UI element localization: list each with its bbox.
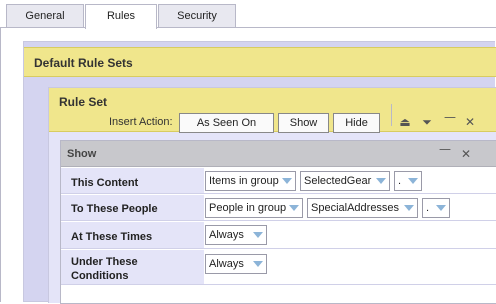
insert-action-label: Insert Action: <box>109 116 173 128</box>
row-label-line2: Conditions <box>71 270 129 282</box>
chevron-down-icon <box>436 205 446 211</box>
row-label-cell: This Content <box>61 168 204 193</box>
select-value: Items in group <box>209 175 279 187</box>
times-select[interactable]: Always <box>205 225 267 245</box>
show-button[interactable]: Show <box>278 113 329 133</box>
chevron-down-icon <box>282 178 292 184</box>
close-icon[interactable]: ✕ <box>459 147 473 161</box>
close-icon[interactable]: ✕ <box>463 115 477 129</box>
rule-set-header: Rule Set Insert Action: As Seen On Show … <box>49 88 496 133</box>
row-values-cell: Items in group SelectedGear . <box>204 168 496 193</box>
select-value: . <box>398 175 402 187</box>
select-value: . <box>426 202 430 214</box>
row-label-cell: Under These Conditions <box>61 250 204 284</box>
row-label: This Content <box>71 177 139 189</box>
chevron-down-icon <box>408 178 418 184</box>
row-label-cell: At These Times <box>61 222 204 248</box>
show-panel-header: Show — ✕ <box>61 141 496 167</box>
minimize-icon[interactable]: — <box>438 142 452 156</box>
tab-bar: General Rules Security <box>0 0 496 29</box>
row-label: To These People <box>71 203 158 215</box>
conditions-select[interactable]: Always <box>205 254 267 274</box>
select-value: Always <box>209 258 244 270</box>
select-value: SelectedGear <box>304 175 372 187</box>
content-group-select[interactable]: SelectedGear <box>300 171 390 191</box>
row-values-cell: Always <box>204 250 496 284</box>
rule-set-panel: Rule Set Insert Action: As Seen On Show … <box>48 87 496 304</box>
tab-security[interactable]: Security <box>158 4 236 28</box>
chevron-down-icon <box>253 261 263 267</box>
rules-content: Default Rule Sets Rule Set Insert Action… <box>0 28 496 304</box>
header-separator <box>391 104 392 126</box>
content-extra-select[interactable]: . <box>394 171 422 191</box>
move-down-icon[interactable]: ⏷ <box>420 115 434 129</box>
default-rule-sets-panel: Default Rule Sets Rule Set Insert Action… <box>23 41 496 304</box>
minimize-icon[interactable]: — <box>443 110 457 124</box>
show-panel: Show — ✕ This Content Items in group Sel… <box>60 140 496 304</box>
as-seen-on-button[interactable]: As Seen On <box>179 113 274 133</box>
default-rule-sets-title: Default Rule Sets <box>34 56 133 70</box>
move-up-icon[interactable]: ⏏ <box>398 115 412 129</box>
row-label-line1: Under These <box>71 256 138 268</box>
chevron-down-icon <box>289 205 299 211</box>
chevron-down-icon <box>253 232 263 238</box>
show-panel-title: Show <box>67 148 97 160</box>
row-values-cell: Always <box>204 222 496 248</box>
hide-button[interactable]: Hide <box>333 113 380 133</box>
people-type-select[interactable]: People in group <box>205 198 303 218</box>
default-rule-sets-header: Default Rule Sets <box>24 47 496 77</box>
rule-row-content: This Content Items in group SelectedGear <box>61 168 496 194</box>
tab-general[interactable]: General <box>6 4 84 28</box>
rule-set-title: Rule Set <box>59 95 108 109</box>
row-label: At These Times <box>71 231 153 243</box>
rule-row-people: To These People People in group SpecialA… <box>61 195 496 221</box>
select-value: Always <box>209 229 244 241</box>
rule-row-times: At These Times Always <box>61 222 496 249</box>
chevron-down-icon <box>376 178 386 184</box>
row-values-cell: People in group SpecialAddresses . <box>204 195 496 220</box>
content-type-select[interactable]: Items in group <box>205 171 296 191</box>
people-group-select[interactable]: SpecialAddresses <box>307 198 418 218</box>
chevron-down-icon <box>404 205 414 211</box>
people-extra-select[interactable]: . <box>422 198 450 218</box>
select-value: SpecialAddresses <box>311 202 400 214</box>
tab-rules[interactable]: Rules <box>85 4 157 29</box>
row-label-cell: To These People <box>61 195 204 220</box>
select-value: People in group <box>209 202 287 214</box>
rule-row-conditions: Under These Conditions Always <box>61 250 496 285</box>
